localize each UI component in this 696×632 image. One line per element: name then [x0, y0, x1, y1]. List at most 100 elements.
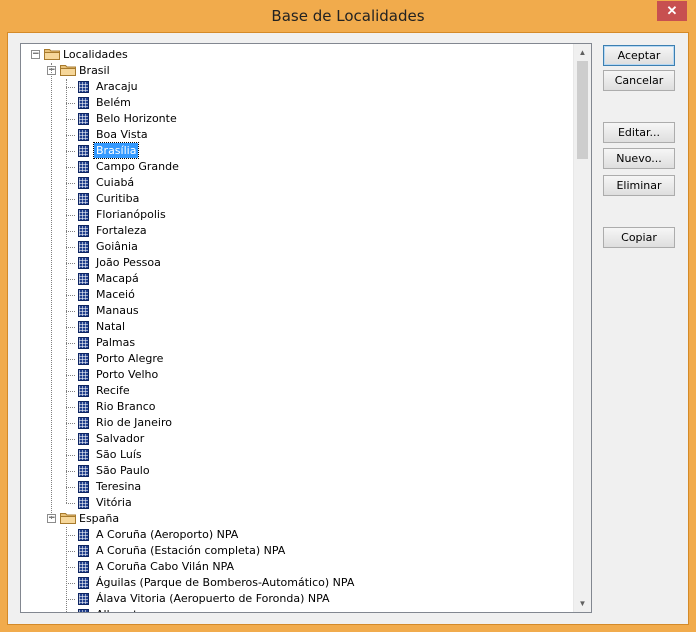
tree-item-city[interactable]: A Coruña (Estación completa) NPA: [21, 543, 571, 559]
tree-node-label: Brasília: [92, 142, 140, 159]
scroll-thumb[interactable]: [577, 61, 588, 159]
tree-item-city[interactable]: Curitiba: [21, 191, 571, 207]
city-icon: [78, 593, 89, 605]
tree-item-city[interactable]: Fortaleza: [21, 223, 571, 239]
tree-node-label: Águilas (Parque de Bomberos-Automático) …: [96, 576, 355, 589]
city-icon: [78, 529, 89, 541]
tree-connector: [66, 583, 75, 584]
tree-item-city[interactable]: Teresina: [21, 479, 571, 495]
tree-node-label: Palmas: [96, 336, 136, 349]
collapse-icon[interactable]: −: [31, 50, 40, 59]
city-icon: [78, 97, 89, 109]
tree-item-city[interactable]: Aracaju: [21, 79, 571, 95]
tree-node-label: Belém: [96, 96, 131, 109]
close-button[interactable]: ✕: [657, 1, 687, 21]
tree-item-city[interactable]: Rio Branco: [21, 399, 571, 415]
tree-connector: [66, 375, 75, 376]
tree-item-city[interactable]: São Paulo: [21, 463, 571, 479]
tree-item-city[interactable]: Campo Grande: [21, 159, 571, 175]
folder-icon: [60, 512, 76, 524]
tree-connector: [66, 567, 75, 568]
delete-button[interactable]: Eliminar: [603, 175, 675, 196]
edit-button[interactable]: Editar...: [603, 122, 675, 143]
tree-node-label: A Coruña (Estación completa) NPA: [96, 544, 286, 557]
tree-node-label: Porto Alegre: [96, 352, 164, 365]
tree-node-label: Belo Horizonte: [96, 112, 177, 125]
tree-item-city[interactable]: Florianópolis: [21, 207, 571, 223]
folder-icon: [60, 64, 76, 76]
cancel-button[interactable]: Cancelar: [603, 70, 675, 91]
tree-item-city[interactable]: Recife: [21, 383, 571, 399]
city-icon: [78, 145, 89, 157]
tree-connector: [66, 407, 75, 408]
tree-item-city[interactable]: São Luís: [21, 447, 571, 463]
tree-item-city[interactable]: Macapá: [21, 271, 571, 287]
tree-connector: [66, 423, 75, 424]
city-icon: [78, 257, 89, 269]
title-bar[interactable]: Base de Localidades ✕: [0, 0, 696, 32]
tree-connector: [66, 343, 75, 344]
city-icon: [78, 177, 89, 189]
tree-item-city[interactable]: Álava Vitoria (Aeropuerto de Foronda) NP…: [21, 591, 571, 607]
city-icon: [78, 113, 89, 125]
tree-item-city[interactable]: Belém: [21, 95, 571, 111]
tree-item-city[interactable]: Goiânia: [21, 239, 571, 255]
city-icon: [78, 369, 89, 381]
accept-button[interactable]: Aceptar: [603, 45, 675, 66]
tree-connector: [66, 119, 75, 120]
city-icon: [78, 481, 89, 493]
dialog-window: Base de Localidades ✕ ▲ ▼ − Localidades − B…: [0, 0, 696, 632]
scroll-up-arrow-icon[interactable]: ▲: [574, 44, 591, 61]
tree-item-city[interactable]: Porto Alegre: [21, 351, 571, 367]
tree-node-label: Florianópolis: [96, 208, 166, 221]
tree-item-city[interactable]: Porto Velho: [21, 367, 571, 383]
close-icon: ✕: [666, 3, 678, 18]
tree-node-brasil[interactable]: − Brasil: [21, 63, 571, 79]
tree-item-city[interactable]: Maceió: [21, 287, 571, 303]
tree-connector: [66, 439, 75, 440]
tree-connector: [66, 295, 75, 296]
tree-item-city[interactable]: Manaus: [21, 303, 571, 319]
tree-item-city[interactable]: Cuiabá: [21, 175, 571, 191]
new-button[interactable]: Nuevo...: [603, 148, 675, 169]
tree-item-city[interactable]: Natal: [21, 319, 571, 335]
tree-connector: [66, 487, 75, 488]
tree-item-city[interactable]: A Coruña Cabo Vilán NPA: [21, 559, 571, 575]
window-title: Base de Localidades: [271, 7, 425, 25]
tree-connector: [66, 103, 75, 104]
tree-item-city[interactable]: A Coruña (Aeroporto) NPA: [21, 527, 571, 543]
tree-node-label: A Coruña Cabo Vilán NPA: [96, 560, 235, 573]
city-icon: [78, 193, 89, 205]
tree-item-city[interactable]: Salvador: [21, 431, 571, 447]
tree-node-label: Albacete: [94, 607, 146, 612]
tree-item-city[interactable]: Águilas (Parque de Bomberos-Automático) …: [21, 575, 571, 591]
tree-connector: [66, 599, 75, 600]
tree-item-city[interactable]: Brasília: [21, 142, 571, 159]
tree-node-espana[interactable]: − España: [21, 511, 571, 527]
city-icon: [78, 561, 89, 573]
city-icon: [78, 305, 89, 317]
tree-node-label: España: [79, 512, 120, 525]
copy-button[interactable]: Copiar: [603, 227, 675, 248]
tree-node-label: João Pessoa: [96, 256, 161, 269]
tree-item-city[interactable]: João Pessoa: [21, 255, 571, 271]
scroll-down-arrow-icon[interactable]: ▼: [574, 595, 591, 612]
tree-item-city[interactable]: Palmas: [21, 335, 571, 351]
tree-connector: [66, 231, 75, 232]
tree-node-label: Curitiba: [96, 192, 140, 205]
city-icon: [78, 417, 89, 429]
tree-node-label: Brasil: [79, 64, 110, 77]
tree-item-city[interactable]: Belo Horizonte: [21, 111, 571, 127]
tree-connector: [66, 359, 75, 360]
tree-node-root[interactable]: − Localidades: [21, 47, 571, 63]
tree-item-city[interactable]: Vitória: [21, 495, 571, 511]
city-icon: [78, 609, 89, 612]
tree-item-city[interactable]: Albacete: [21, 607, 571, 612]
locations-tree[interactable]: ▲ ▼ − Localidades − Brasil Aracaju Belém Belo …: [20, 43, 592, 613]
tree-node-label: Campo Grande: [96, 160, 179, 173]
vertical-scrollbar[interactable]: ▲ ▼: [573, 44, 591, 612]
tree-item-city[interactable]: Boa Vista: [21, 127, 571, 143]
tree-item-city[interactable]: Rio de Janeiro: [21, 415, 571, 431]
tree-node-label: Porto Velho: [96, 368, 159, 381]
tree-connector: [51, 63, 52, 519]
